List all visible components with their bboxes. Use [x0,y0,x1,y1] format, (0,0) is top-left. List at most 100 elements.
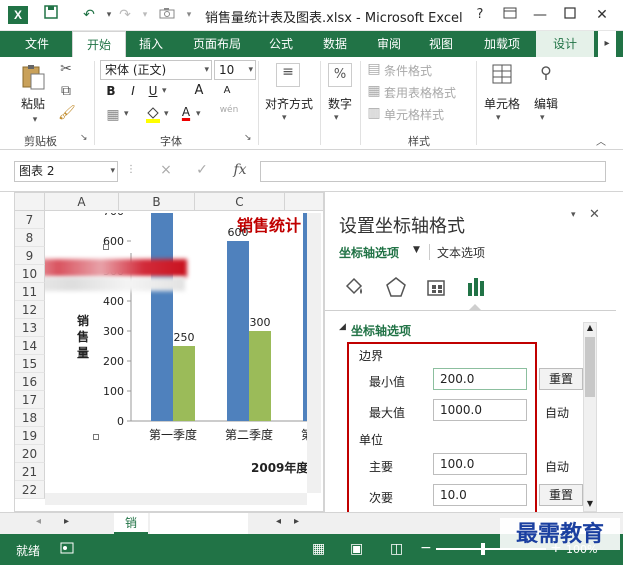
redo-dropdown-icon[interactable]: ▾ [134,5,156,25]
chart-resize-handle[interactable] [103,244,109,250]
pane-scroll-down-icon[interactable]: ▼ [584,499,596,511]
minor-reset-button[interactable]: 重置 [539,484,583,506]
bar[interactable] [227,241,249,421]
page-layout-view-icon[interactable]: ▣ [350,541,363,557]
save-icon[interactable] [40,5,62,25]
conditional-format-button[interactable]: 条件格式 [384,62,432,79]
column-header[interactable]: A [45,193,119,211]
cancel-icon[interactable]: × [158,162,174,178]
row-header[interactable]: 8 [15,229,45,247]
undo-icon[interactable]: ↶ [78,5,100,25]
alignment-icon[interactable]: ≡ [276,63,300,87]
fill-color-icon[interactable] [144,105,162,127]
row-header[interactable]: 19 [15,427,45,445]
close-icon[interactable]: ✕ [588,5,616,25]
formula-input[interactable] [260,161,606,182]
row-header[interactable]: 21 [15,463,45,481]
sheet-prev-icon[interactable]: ◂ [36,516,41,527]
italic-button[interactable]: I [126,84,140,98]
tab-design[interactable]: 设计 [536,31,594,57]
editing-dropdown-icon[interactable]: ▾ [540,113,545,123]
tab-addins[interactable]: 加载项 [472,31,532,57]
fill-color-dropdown-icon[interactable]: ▾ [164,109,169,119]
column-header[interactable] [285,193,323,211]
phonetic-button[interactable]: wén [216,105,242,115]
enter-icon[interactable]: ✓ [194,162,210,178]
sheet-scroll-right-icon[interactable]: ▸ [294,516,299,527]
insert-function-icon[interactable]: fx [230,162,250,178]
zoom-out-icon[interactable]: − [420,540,432,556]
major-unit-input[interactable]: 100.0 [433,453,527,475]
plot-area[interactable]: 010020030040050060070025060030070第一季度第二季… [103,213,321,442]
percent-icon[interactable]: % [328,63,352,87]
format-painter-icon[interactable]: 🖌 [58,105,76,121]
paste-icon[interactable] [20,63,46,91]
row-header[interactable]: 9 [15,247,45,265]
tab-axis-options[interactable]: 坐标轴选项 [339,244,399,261]
bar[interactable] [151,213,173,421]
horizontal-scrollbar[interactable] [45,493,307,505]
tab-scroll-right-icon[interactable]: ▸ [598,31,616,57]
binoculars-icon[interactable]: ⚲ [534,63,558,87]
maximize-icon[interactable] [556,5,584,25]
minor-unit-input[interactable]: 10.0 [433,484,527,506]
page-break-view-icon[interactable]: ◫ [390,541,403,557]
font-name-combo[interactable]: 宋体 (正文) ▾ [100,60,212,80]
tab-page-layout[interactable]: 页面布局 [182,31,252,57]
bar[interactable] [249,331,271,421]
underline-button[interactable]: U [146,84,160,98]
tab-home[interactable]: 开始 [72,31,126,57]
pane-scrollbar[interactable]: ▲ ▼ [583,322,597,512]
zoom-slider-thumb[interactable] [481,543,485,555]
copy-icon[interactable]: ⧉ [58,83,74,99]
bar[interactable] [173,346,195,421]
column-header[interactable]: C [195,193,285,211]
worksheet[interactable]: A B C 销售统计 销售量 0100200300400500600700250… [14,192,324,512]
row-header[interactable]: 22 [15,481,45,499]
border-dropdown-icon[interactable]: ▾ [124,109,129,119]
cells-icon[interactable] [490,63,514,87]
clipboard-launcher-icon[interactable]: ↘ [80,133,88,143]
pane-options-icon[interactable]: ▾ [571,210,576,220]
tab-insert[interactable]: 插入 [128,31,174,57]
vertical-scrollbar[interactable] [307,213,321,493]
cells-button[interactable]: 单元格 [480,95,524,112]
normal-view-icon[interactable]: ▦ [312,541,325,557]
pane-scroll-thumb[interactable] [585,337,595,397]
major-auto-button[interactable]: 自动 [545,458,569,475]
border-icon[interactable]: ▦ [104,107,122,123]
effects-icon[interactable] [385,276,407,298]
row-header[interactable]: 14 [15,337,45,355]
max-auto-button[interactable]: 自动 [545,404,569,421]
tab-review[interactable]: 审阅 [366,31,412,57]
row-header[interactable]: 12 [15,301,45,319]
chart-resize-handle[interactable] [93,434,99,440]
shrink-font-button[interactable]: A [220,85,234,96]
row-header[interactable]: 7 [15,211,45,229]
pane-close-icon[interactable]: ✕ [589,207,600,222]
font-color-dropdown-icon[interactable]: ▾ [196,109,201,119]
axis-options-icon[interactable] [465,274,489,298]
row-header[interactable]: 15 [15,355,45,373]
min-bound-input[interactable]: 200.0 [433,368,527,390]
row-header[interactable]: 18 [15,409,45,427]
name-box[interactable]: 图表 2 ▾ [14,161,118,182]
grow-font-button[interactable]: A [192,83,206,98]
underline-dropdown-icon[interactable]: ▾ [162,86,167,96]
section-axis-options[interactable]: 坐标轴选项 [351,322,411,339]
redo-icon[interactable]: ↷ [114,5,136,25]
alignment-button[interactable]: 对齐方式 [262,95,316,112]
min-reset-button[interactable]: 重置 [539,368,583,390]
customize-qat-icon[interactable]: ▾ [178,5,200,25]
help-icon[interactable]: ? [466,5,494,25]
paste-dropdown-icon[interactable]: ▾ [28,115,42,125]
bold-button[interactable]: B [104,84,118,98]
alignment-dropdown-icon[interactable]: ▾ [282,113,287,123]
editing-button[interactable]: 编辑 [528,95,564,112]
axis-options-dropdown-icon[interactable]: ▼ [413,245,420,255]
sheet-scroll-left-icon[interactable]: ◂ [276,516,281,527]
row-header[interactable]: 11 [15,283,45,301]
cut-icon[interactable]: ✂ [58,61,74,77]
pane-scroll-up-icon[interactable]: ▲ [584,323,596,335]
restore-ribbon-icon[interactable] [496,5,524,25]
